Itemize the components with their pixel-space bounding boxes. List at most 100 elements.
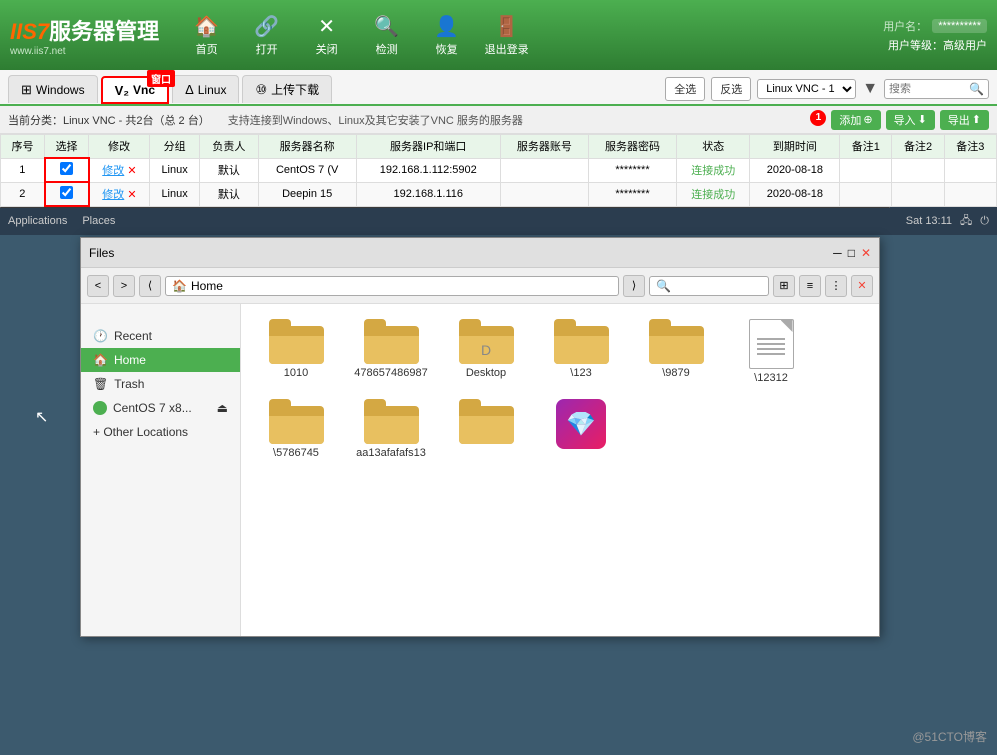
applications-label[interactable]: Applications <box>8 215 67 227</box>
power-icon[interactable]: ⏻ <box>980 215 989 228</box>
nav-left-arrow[interactable]: ⟨ <box>139 275 161 297</box>
app-icon-symbol: 💎 <box>566 410 596 439</box>
sidebar-item-home[interactable]: 🏠 Home <box>81 348 240 372</box>
sidebar-item-trash[interactable]: 🗑 Trash <box>81 372 240 396</box>
app-icon: 💎 <box>556 399 606 449</box>
tab-upload-label: 上传下载 <box>271 81 319 98</box>
sidebar-item-other[interactable]: + Other Locations <box>81 420 240 444</box>
sidebar-item-recent[interactable]: 🕐 Recent <box>81 324 240 348</box>
taskbar-time: Sat 13:11 🖧 ⏻ <box>906 212 989 231</box>
clock: Sat 13:11 <box>906 215 952 227</box>
nav-close-button[interactable]: ✕ 关闭 <box>299 8 354 63</box>
col-password: 服务器密码 <box>588 135 676 159</box>
places-label[interactable]: Places <box>82 215 115 227</box>
export-icon: ⬆ <box>972 113 981 126</box>
nav-forward-button[interactable]: > <box>113 275 135 297</box>
fm-title-controls: ─ □ ✕ <box>833 246 871 260</box>
folder-icon-1010 <box>269 319 324 364</box>
cell-account-0 <box>500 158 588 182</box>
logo-area: IIS7服务器管理 www.iis7.net <box>10 14 159 57</box>
select-all-button[interactable]: 全选 <box>665 77 705 101</box>
file-item-1010[interactable]: 1010 <box>256 319 336 384</box>
cell-account-1 <box>500 182 588 206</box>
tab-vnc[interactable]: V₂ Vnc 窗口 <box>101 76 169 104</box>
file-label-9879: \9879 <box>662 367 690 379</box>
nav-home-button[interactable]: 🏠 首页 <box>179 8 234 63</box>
fm-menu-icon[interactable]: ⋮ <box>825 275 847 297</box>
centos-icon <box>93 401 107 415</box>
cell-note2-1 <box>892 182 944 206</box>
fm-maximize-icon[interactable]: □ <box>848 246 855 260</box>
tab-linux[interactable]: Δ Linux <box>172 75 239 103</box>
tab-right-buttons: 全选 反选 Linux VNC - 1 ▼ 🔍 <box>665 77 989 101</box>
file-item-12312[interactable]: \12312 <box>731 319 811 384</box>
sidebar-item-centos[interactable]: CentOS 7 x8... ⏏ <box>81 396 240 420</box>
modify-btn-0[interactable]: 修改 <box>102 165 124 177</box>
fm-title: Files <box>89 246 833 260</box>
tab-windows[interactable]: ⊞ Windows <box>8 75 98 103</box>
checkbox-1[interactable] <box>60 186 73 199</box>
add-button[interactable]: 添加 ⊕ <box>831 110 880 130</box>
nav-restore-button[interactable]: 👤 恢复 <box>419 8 474 63</box>
file-item-extra1[interactable] <box>446 399 526 459</box>
fm-list-icon[interactable]: ≡ <box>799 275 821 297</box>
file-label-1010: 1010 <box>284 367 308 379</box>
network-icon: 🖧 <box>960 212 972 231</box>
fm-nav: < > ⟨ 🏠 Home ⟩ 🔍 ⊞ ≡ ⋮ ✕ <box>81 268 879 304</box>
file-item-aa13[interactable]: aa13afafafs13 <box>351 399 431 459</box>
cell-no-1: 2 <box>1 182 45 206</box>
search-input[interactable] <box>889 83 969 95</box>
file-item-478657[interactable]: 478657486987 <box>351 319 431 384</box>
deselect-button[interactable]: 反选 <box>711 77 751 101</box>
folder-icon-aa13 <box>364 399 419 444</box>
nav-detect-button[interactable]: 🔍 检测 <box>359 8 414 63</box>
file-label-aa13: aa13afafafs13 <box>356 447 426 459</box>
desktop-area: IIS7服务器管理 V₂ LINUX VNC 默认 192.168.1.116 … <box>0 207 997 755</box>
col-note1: 备注1 <box>840 135 892 159</box>
user-value: ********** <box>932 19 987 33</box>
recent-label: Recent <box>114 329 152 343</box>
nav-detect-label: 检测 <box>376 41 398 57</box>
fm-location-bar[interactable]: 🏠 Home <box>165 276 619 296</box>
nav-open-button[interactable]: 🔗 打开 <box>239 8 294 63</box>
nav-back-button[interactable]: < <box>87 275 109 297</box>
fm-grid-icon[interactable]: ⊞ <box>773 275 795 297</box>
fm-close-icon[interactable]: ✕ <box>861 246 871 260</box>
fm-search-input[interactable] <box>674 280 754 292</box>
cell-checkbox-1[interactable] <box>45 182 89 206</box>
fm-content: 1010 478657486987 <box>241 304 879 636</box>
fm-minimize-icon[interactable]: ─ <box>833 246 842 260</box>
modify-btn-1[interactable]: 修改 <box>102 189 124 201</box>
eject-icon[interactable]: ⏏ <box>217 401 228 415</box>
file-item-5786745[interactable]: \5786745 <box>256 399 336 459</box>
col-owner: 负责人 <box>199 135 258 159</box>
trash-label: Trash <box>114 377 144 391</box>
delete-btn-1[interactable]: ✕ <box>127 189 136 201</box>
import-button[interactable]: 导入 ⬇ <box>886 110 935 130</box>
file-item-9879[interactable]: \9879 <box>636 319 716 384</box>
import-label: 导入 <box>894 112 916 128</box>
nav-right: 用户名： ********** 用户等级：高级用户 <box>883 18 987 53</box>
centos-label: CentOS 7 x8... <box>113 401 192 415</box>
delete-btn-0[interactable]: ✕ <box>127 165 136 177</box>
cell-checkbox-0[interactable] <box>45 158 89 182</box>
export-button[interactable]: 导出 ⬆ <box>940 110 989 130</box>
nav-logout-button[interactable]: 🚪 退出登录 <box>479 8 534 63</box>
col-select: 选择 <box>45 135 89 159</box>
checkbox-0[interactable] <box>60 162 73 175</box>
search-box[interactable]: 🔍 <box>884 79 989 99</box>
add-label: 添加 <box>839 112 861 128</box>
file-item-app-icon[interactable]: 💎 <box>541 399 621 459</box>
detect-icon: 🔍 <box>374 14 399 39</box>
user-level: 用户等级：高级用户 <box>888 37 987 53</box>
nav-right-arrow[interactable]: ⟩ <box>623 275 645 297</box>
dropdown-arrow-icon[interactable]: ▼ <box>862 80 878 98</box>
fm-search-box[interactable]: 🔍 <box>649 276 769 296</box>
filter-dropdown[interactable]: Linux VNC - 1 <box>757 79 856 99</box>
cell-modify-1: 修改 ✕ <box>89 182 150 206</box>
file-item-123[interactable]: \123 <box>541 319 621 384</box>
restore-icon: 👤 <box>434 14 459 39</box>
tab-upload[interactable]: ⑩ 上传下载 <box>242 75 332 103</box>
fm-close-btn[interactable]: ✕ <box>851 275 873 297</box>
file-item-desktop[interactable]: D Desktop <box>446 319 526 384</box>
